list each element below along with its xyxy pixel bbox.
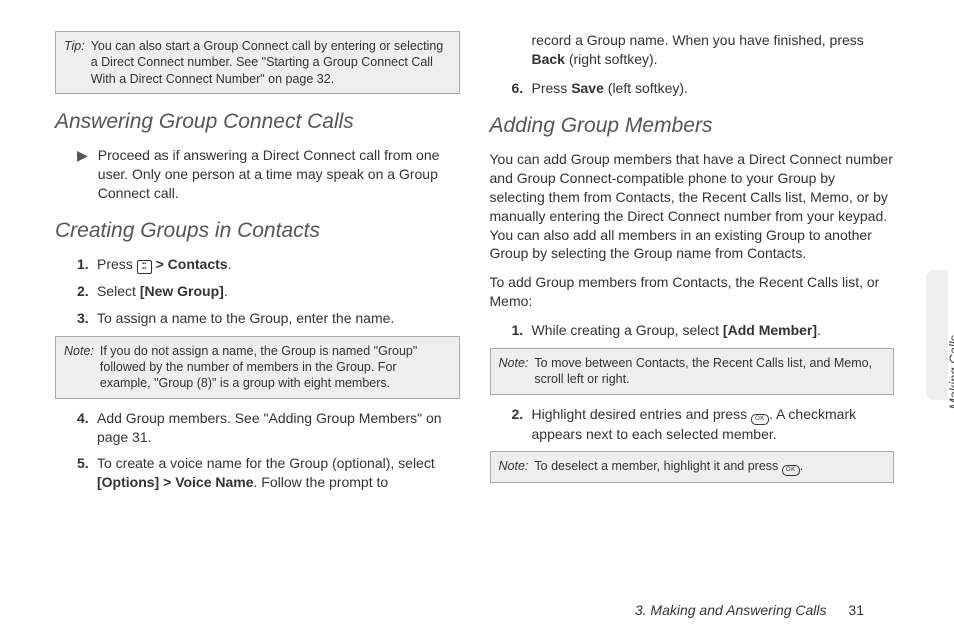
step-3: 3. To assign a name to the Group, enter …: [55, 309, 460, 328]
step-1: 1. Press ▪▪▪▪ > Contacts.: [55, 255, 460, 274]
step-text: Press ▪▪▪▪ > Contacts.: [97, 255, 231, 274]
tip-text: You can also start a Group Connect call …: [91, 38, 451, 87]
adding-lead: To add Group members from Contacts, the …: [490, 273, 895, 311]
step-text: While creating a Group, select [Add Memb…: [532, 321, 821, 340]
heading-answering: Answering Group Connect Calls: [55, 108, 460, 136]
step-text: To assign a name to the Group, enter the…: [97, 309, 394, 328]
step-5: 5. To create a voice name for the Group …: [55, 454, 460, 492]
r-step-2: 2. Highlight desired entries and press O…: [490, 405, 895, 444]
right-column: record a Group name. When you have finis…: [490, 25, 895, 596]
step-text: To create a voice name for the Group (op…: [97, 454, 460, 492]
step-number: 1.: [77, 255, 97, 274]
ok-key-icon: OK: [751, 414, 769, 425]
bullet-arrow-icon: ▶: [77, 146, 88, 203]
r-step-1: 1. While creating a Group, select [Add M…: [490, 321, 895, 340]
step-6: 6. Press Save (left softkey).: [490, 79, 895, 98]
note-box-3: Note: To deselect a member, highlight it…: [490, 451, 895, 483]
answering-bullet: ▶ Proceed as if answering a Direct Conne…: [55, 146, 460, 203]
step-number: 2.: [77, 282, 97, 301]
note-text: To deselect a member, highlight it and p…: [534, 458, 803, 476]
note-text: If you do not assign a name, the Group i…: [100, 343, 451, 392]
note-label: Note:: [499, 355, 529, 388]
note-box-2: Note: To move between Contacts, the Rece…: [490, 348, 895, 395]
heading-creating: Creating Groups in Contacts: [55, 217, 460, 245]
note-box-1: Note: If you do not assign a name, the G…: [55, 336, 460, 399]
note-label: Note:: [499, 458, 529, 476]
step-4: 4. Add Group members. See "Adding Group …: [55, 409, 460, 447]
page-footer: 3. Making and Answering Calls 31: [635, 602, 864, 618]
left-column: Tip: You can also start a Group Connect …: [55, 25, 460, 596]
creating-steps: 1. Press ▪▪▪▪ > Contacts. 2. Select [New…: [55, 255, 460, 328]
menu-key-icon: ▪▪▪▪: [137, 260, 152, 274]
tip-box: Tip: You can also start a Group Connect …: [55, 31, 460, 94]
step-number: 4.: [77, 409, 97, 447]
note-label: Note:: [64, 343, 94, 392]
step-number: 3.: [77, 309, 97, 328]
step-number: 5.: [77, 454, 97, 492]
creating-steps-cont: 4. Add Group members. See "Adding Group …: [55, 409, 460, 493]
step-text: Highlight desired entries and press OK. …: [532, 405, 895, 444]
footer-section: 3. Making and Answering Calls: [635, 602, 827, 618]
footer-page-number: 31: [848, 602, 864, 618]
adding-steps-cont: 2. Highlight desired entries and press O…: [490, 405, 895, 444]
step-5-continuation: record a Group name. When you have finis…: [490, 31, 895, 69]
answering-text: Proceed as if answering a Direct Connect…: [98, 146, 460, 203]
page-content: Tip: You can also start a Group Connect …: [0, 0, 954, 636]
step-number: 1.: [512, 321, 532, 340]
note-text: To move between Contacts, the Recent Cal…: [534, 355, 885, 388]
step-number: 2.: [512, 405, 532, 444]
side-tab: [926, 270, 948, 400]
step-text: Press Save (left softkey).: [532, 79, 688, 98]
creating-steps-cont2: 6. Press Save (left softkey).: [490, 79, 895, 98]
step-number: 6.: [512, 79, 532, 98]
adding-steps: 1. While creating a Group, select [Add M…: [490, 321, 895, 340]
side-tab-label: Making Calls: [946, 335, 954, 409]
step-text: Add Group members. See "Adding Group Mem…: [97, 409, 460, 447]
heading-adding: Adding Group Members: [490, 112, 895, 140]
adding-paragraph: You can add Group members that have a Di…: [490, 150, 895, 263]
tip-label: Tip:: [64, 38, 85, 87]
ok-key-icon: OK: [782, 465, 800, 476]
step-2: 2. Select [New Group].: [55, 282, 460, 301]
step-text: Select [New Group].: [97, 282, 228, 301]
